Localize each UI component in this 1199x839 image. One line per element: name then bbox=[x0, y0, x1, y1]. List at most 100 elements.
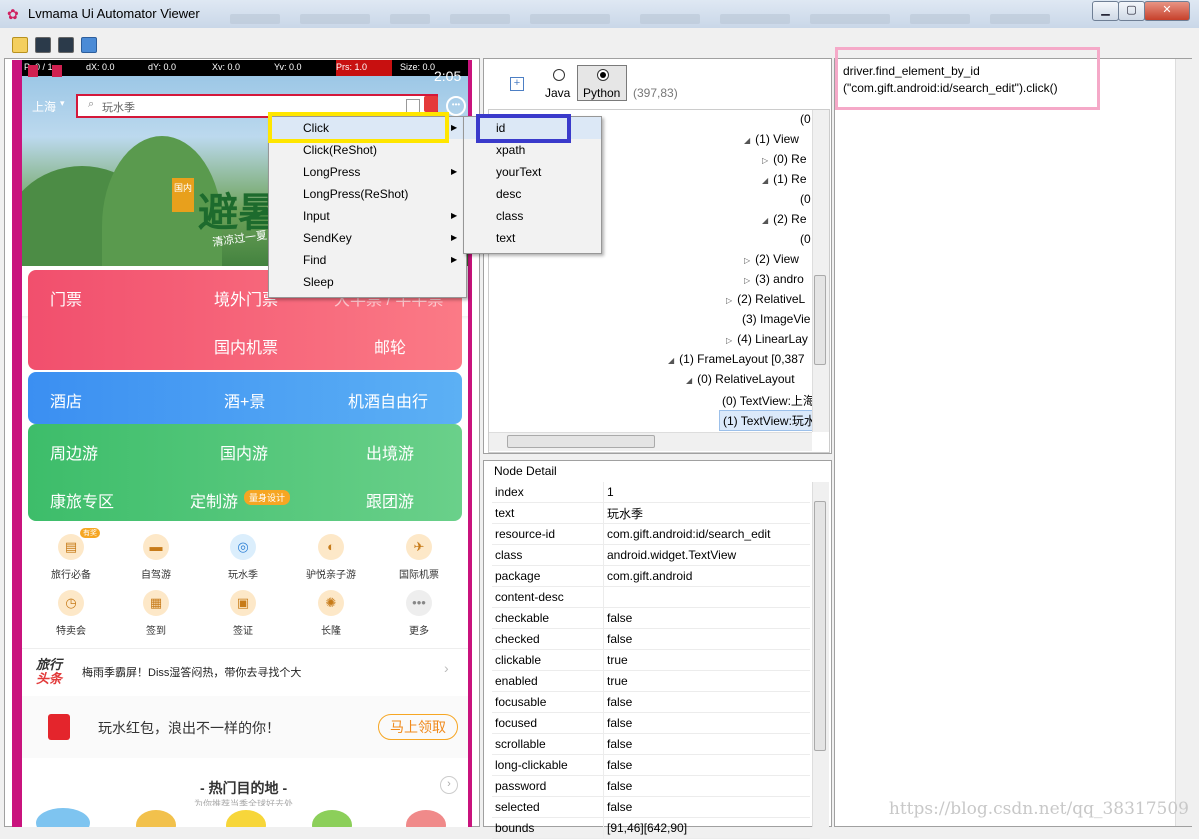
detail-row[interactable]: class android.widget.TextView bbox=[492, 544, 810, 566]
coordinates-readout: (397,83) bbox=[633, 86, 678, 100]
detail-row[interactable]: password false bbox=[492, 775, 810, 797]
menu-item-input[interactable]: Input ▶ bbox=[269, 205, 466, 227]
detail-row[interactable]: long-clickable false bbox=[492, 754, 810, 776]
save-icon[interactable] bbox=[81, 37, 97, 53]
menu-item-find[interactable]: Find ▶ bbox=[269, 249, 466, 271]
detail-key: checked bbox=[492, 628, 604, 650]
detail-row[interactable]: focusable false bbox=[492, 691, 810, 713]
detail-key: focused bbox=[492, 712, 604, 734]
screenshot-icon[interactable] bbox=[35, 37, 51, 53]
hot-subtitle: 为你推荐当季全球好去处 bbox=[194, 799, 294, 806]
detail-value: true bbox=[603, 670, 810, 692]
detail-row[interactable]: bounds [91,46][642,90] bbox=[492, 817, 810, 839]
ferris-wheel-icon[interactable]: ✺ bbox=[318, 590, 344, 616]
tree-vscroll-thumb[interactable] bbox=[814, 275, 826, 365]
detail-value: com.gift.android bbox=[603, 565, 810, 587]
hotel-card[interactable]: 酒店 酒+景 机酒自由行 bbox=[28, 372, 462, 424]
java-radio[interactable] bbox=[553, 69, 565, 81]
detail-row[interactable]: focused false bbox=[492, 712, 810, 734]
submenu-item-text[interactable]: text bbox=[464, 227, 601, 249]
selected-tree-node[interactable]: (1) TextView:玩水 bbox=[719, 410, 820, 431]
detail-value bbox=[603, 586, 810, 608]
detail-row[interactable]: text 玩水季 bbox=[492, 502, 810, 524]
detail-row[interactable]: index 1 bbox=[492, 482, 810, 503]
tree-vscrollbar[interactable] bbox=[812, 110, 829, 432]
code-panel: driver.find_element_by_id ("com.gift.and… bbox=[834, 58, 1192, 827]
submenu-arrow-icon: ▶ bbox=[451, 211, 458, 220]
open-icon[interactable] bbox=[12, 37, 28, 53]
detail-row[interactable]: scrollable false bbox=[492, 733, 810, 755]
chevron-right-icon: › bbox=[444, 660, 449, 676]
gift-icon[interactable] bbox=[424, 96, 438, 112]
node-detail-table: index 1 text 玩水季 resource-id com.gift.android… bbox=[492, 482, 810, 839]
car-icon[interactable]: ▬ bbox=[143, 534, 169, 560]
luggage-icon[interactable]: ▤ bbox=[58, 534, 84, 560]
detail-key: bounds bbox=[492, 817, 604, 839]
detail-key: checkable bbox=[492, 607, 604, 629]
close-button[interactable]: ✕ bbox=[1144, 1, 1190, 21]
menu-item-sendkey[interactable]: SendKey ▶ bbox=[269, 227, 466, 249]
submenu-arrow-icon: ▶ bbox=[451, 233, 458, 242]
detail-key: focusable bbox=[492, 691, 604, 713]
screenshot-compressed-icon[interactable] bbox=[58, 37, 74, 53]
detail-key: selected bbox=[492, 796, 604, 818]
calendar-icon[interactable]: ▦ bbox=[143, 590, 169, 616]
menu-item-longpress-reshot[interactable]: LongPress(ReShot) bbox=[269, 183, 466, 205]
detail-key: scrollable bbox=[492, 733, 604, 755]
minimize-button[interactable]: ▁ bbox=[1092, 1, 1119, 21]
scan-icon[interactable] bbox=[406, 99, 420, 113]
hot-title: - 热门目的地 - bbox=[200, 780, 288, 796]
detail-key: clickable bbox=[492, 649, 604, 671]
click-highlight bbox=[268, 112, 449, 143]
window-title: Lvmama Ui Automator Viewer bbox=[28, 6, 200, 21]
detail-row[interactable]: package com.gift.android bbox=[492, 565, 810, 587]
submenu-item-yourtext[interactable]: yourText bbox=[464, 161, 601, 183]
detail-value: [91,46][642,90] bbox=[603, 817, 810, 839]
tree-hscroll-thumb[interactable] bbox=[507, 435, 655, 448]
python-radio[interactable] bbox=[597, 69, 609, 81]
submenu-arrow-icon: ▶ bbox=[451, 167, 458, 176]
title-bar: ✿ Lvmama Ui Automator Viewer ▁ ▢ ✕ bbox=[0, 0, 1199, 28]
expand-all-icon[interactable]: + bbox=[510, 77, 524, 91]
submenu-item-desc[interactable]: desc bbox=[464, 183, 601, 205]
claim-button[interactable]: 马上领取 bbox=[378, 714, 458, 740]
tours-card[interactable]: 周边游 国内游 出境游 康旅专区 定制游 量身设计 跟团游 bbox=[28, 424, 462, 521]
next-arrow-icon[interactable]: › bbox=[440, 776, 458, 794]
java-label[interactable]: Java bbox=[545, 86, 570, 100]
python-label[interactable]: Python bbox=[583, 86, 620, 100]
plane-icon[interactable]: ✈ bbox=[406, 534, 432, 560]
detail-row[interactable]: clickable true bbox=[492, 649, 810, 671]
detail-key: enabled bbox=[492, 670, 604, 692]
detail-value: false bbox=[603, 796, 810, 818]
submenu-item-class[interactable]: class bbox=[464, 205, 601, 227]
message-icon[interactable]: ••• bbox=[446, 96, 466, 116]
detail-row[interactable]: resource-id com.gift.android:id/search_ed… bbox=[492, 523, 810, 545]
detail-vscroll-thumb[interactable] bbox=[814, 501, 826, 751]
detail-row[interactable]: checkable false bbox=[492, 607, 810, 629]
detail-row[interactable]: checked false bbox=[492, 628, 810, 650]
menu-item-sleep[interactable]: Sleep bbox=[269, 271, 466, 293]
submenu-arrow-icon: ▶ bbox=[451, 255, 458, 264]
detail-key: package bbox=[492, 565, 604, 587]
menu-item-longpress[interactable]: LongPress ▶ bbox=[269, 161, 466, 183]
maximize-button[interactable]: ▢ bbox=[1118, 1, 1145, 21]
detail-row[interactable]: enabled true bbox=[492, 670, 810, 692]
swim-ring-icon[interactable]: ◎ bbox=[230, 534, 256, 560]
more-icon[interactable]: ••• bbox=[406, 590, 432, 616]
detail-key: text bbox=[492, 502, 604, 524]
passport-icon[interactable]: ▣ bbox=[230, 590, 256, 616]
detail-key: class bbox=[492, 544, 604, 566]
balloon-icon[interactable]: ◐ bbox=[318, 534, 344, 560]
custom-badge: 量身设计 bbox=[244, 490, 291, 505]
red-envelope-icon bbox=[48, 714, 70, 740]
code-vscrollbar[interactable] bbox=[1175, 59, 1192, 826]
chevron-down-icon: ▾ bbox=[60, 98, 65, 108]
alarm-icon[interactable]: ◷ bbox=[58, 590, 84, 616]
detail-row[interactable]: selected false bbox=[492, 796, 810, 818]
detail-row[interactable]: content-desc bbox=[492, 586, 810, 608]
city-selector[interactable]: 上海 bbox=[32, 98, 56, 115]
detail-value: android.widget.TextView bbox=[603, 544, 810, 566]
detail-key: long-clickable bbox=[492, 754, 604, 776]
search-text: 玩水季 bbox=[102, 102, 135, 114]
prize-badge: 有奖 bbox=[80, 528, 100, 538]
